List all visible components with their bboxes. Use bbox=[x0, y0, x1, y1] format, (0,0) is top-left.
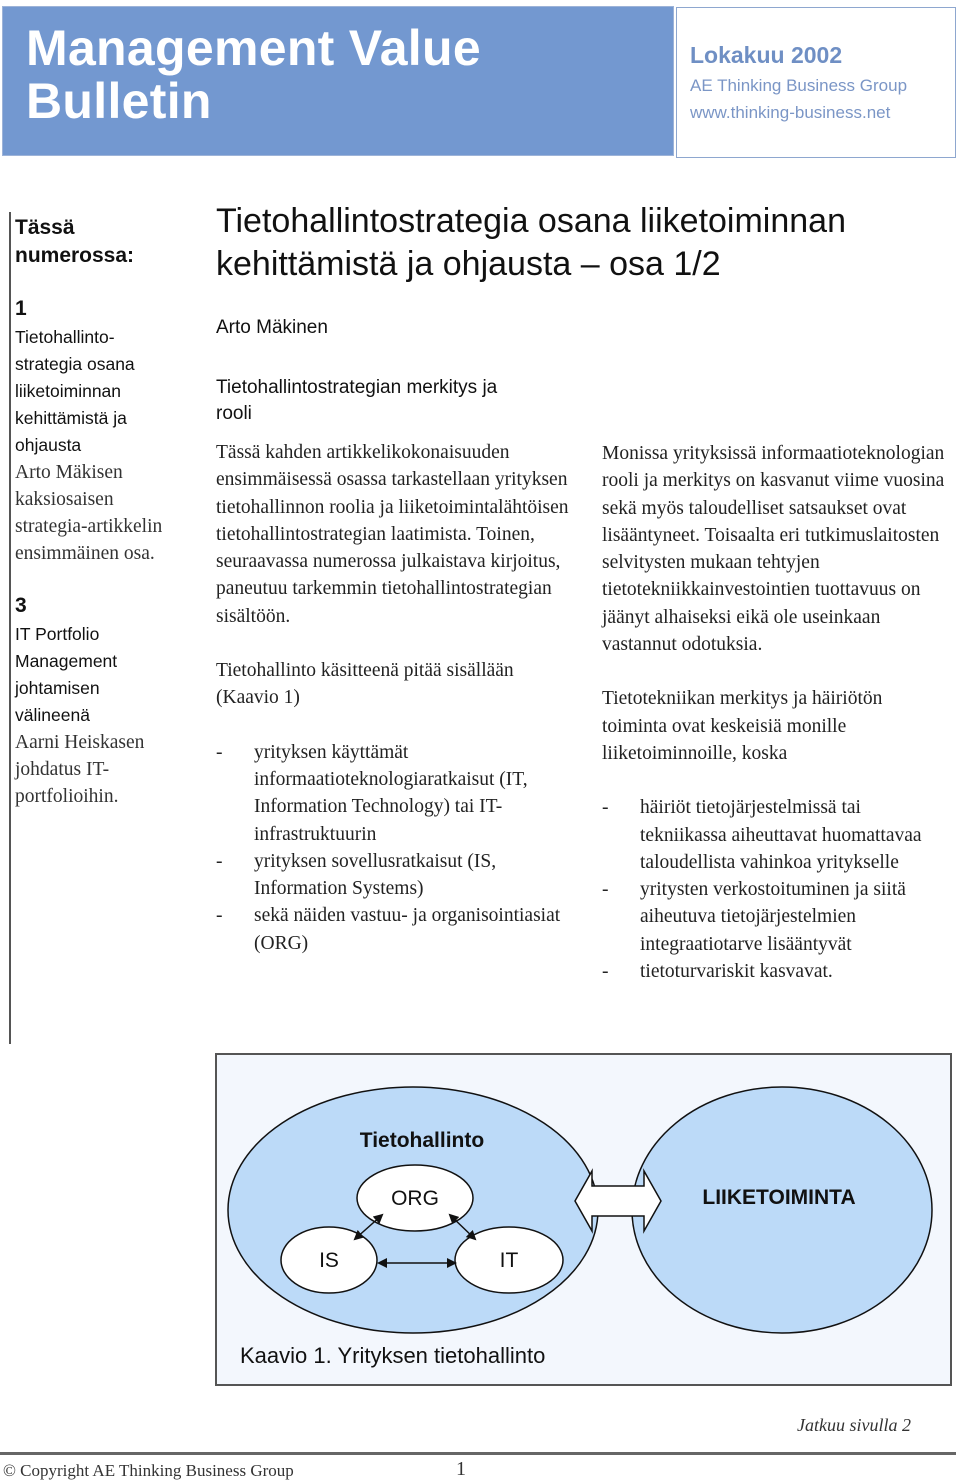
description-line: johdatus IT- bbox=[15, 759, 110, 780]
bullet-marker: - bbox=[216, 741, 223, 763]
sidebar-item-description: Aarni Heiskasen johdatus IT- portfolioih… bbox=[15, 729, 195, 810]
sidebar-item-title: IT Portfolio Management johtamisen välin… bbox=[15, 621, 195, 729]
paragraph-intro: Monissa yrityksissä informaatioteknologi… bbox=[602, 443, 945, 656]
paragraph-intro: Tässä kahden artikkelikokonaisuuden ensi… bbox=[216, 442, 569, 627]
title-line: IT Portfolio bbox=[15, 624, 100, 644]
sidebar-item-page: 1 bbox=[15, 297, 27, 320]
article-column-2: Monissa yrityksissä informaatioteknologi… bbox=[602, 440, 952, 985]
description-line: kaksiosaisen bbox=[15, 489, 114, 510]
paragraph-lead: Tietohallinto käsitteenä pitää sisällään… bbox=[216, 660, 514, 709]
list-item: - yrityksen sovellusratkaisut (IS, Inform… bbox=[216, 848, 576, 903]
article-author: Arto Mäkinen bbox=[216, 317, 328, 338]
issue-month: Lokakuu 2002 bbox=[690, 42, 843, 68]
liiketoiminta-label: LIIKETOIMINTA bbox=[702, 1186, 855, 1209]
sidebar-item[interactable]: 3 IT Portfolio Management johtamisen väl… bbox=[15, 593, 195, 810]
double-arrow-icon bbox=[574, 1168, 662, 1234]
list-item: - yritysten verkostoituminen ja siitä aih… bbox=[602, 876, 952, 958]
list-item-text: yrityksen käyttämät informaatioteknologi… bbox=[254, 741, 528, 845]
list-item: - häiriöt tietojärjestelmissä tai tekniik… bbox=[602, 794, 952, 876]
title-line: Tietohallinto- bbox=[15, 327, 115, 347]
in-this-issue-sidebar: Tässä numerossa: 1 Tietohallinto- strate… bbox=[15, 214, 195, 810]
article-title-line2: kehittämistä ja ohjausta – osa 1/2 bbox=[216, 245, 721, 283]
publication-title-line2: Bulletin bbox=[26, 73, 212, 129]
list-item: - yrityksen käyttämät informaatioteknolog… bbox=[216, 739, 576, 848]
article-title: Tietohallintostrategia osana liiketoimin… bbox=[216, 200, 956, 286]
list-item-text: yritysten verkostoituminen ja siitä aihe… bbox=[640, 879, 906, 955]
continued-on-page-link[interactable]: Jatkuu sivulla 2 bbox=[797, 1415, 911, 1436]
sidebar-heading: Tässä numerossa: bbox=[15, 214, 195, 270]
title-line: ohjausta bbox=[15, 435, 82, 455]
title-line: Management bbox=[15, 651, 118, 671]
list-item-text: häiriöt tietojärjestelmissä tai tekniika… bbox=[640, 797, 922, 873]
list-item-text: sekä näiden vastuu- ja organisointiasiat… bbox=[254, 905, 561, 954]
publication-title: Management Value Bulletin bbox=[26, 22, 481, 128]
sidebar-heading-line1: Tässä bbox=[15, 216, 75, 239]
list-item: - tietoturvariskit kasvavat. bbox=[602, 958, 952, 985]
list-item-text: yrityksen sovellusratkaisut (IS, Informa… bbox=[254, 850, 497, 900]
footer-divider bbox=[0, 1452, 956, 1455]
bullet-marker: - bbox=[602, 797, 609, 819]
page-number: 1 bbox=[456, 1458, 466, 1480]
title-line: strategia osana bbox=[15, 354, 135, 374]
paragraph-lead: Tietotekniikan merkitys ja häiriötön toi… bbox=[602, 688, 883, 764]
description-line: portfolioihin. bbox=[15, 786, 119, 807]
article-title-line1: Tietohallintostrategia osana liiketoimin… bbox=[216, 202, 846, 240]
figure-diagram: Tietohallinto LIIKETOIMINTA ORG IS IT bbox=[215, 1053, 952, 1386]
section-heading-line1: Tietohallintostrategian merkitys ja bbox=[216, 377, 498, 398]
description-line: ensimmäinen osa. bbox=[15, 543, 155, 564]
organization-name: AE Thinking Business Group bbox=[690, 76, 908, 95]
node-is-label: IS bbox=[319, 1249, 339, 1272]
node-it-label: IT bbox=[500, 1249, 519, 1272]
list-item-text: tietoturvariskit kasvavat. bbox=[640, 961, 833, 983]
title-line: johtamisen bbox=[15, 678, 100, 698]
description-line: Arto Mäkisen bbox=[15, 462, 123, 483]
article-column-1: Tässä kahden artikkelikokonaisuuden ensi… bbox=[216, 439, 576, 957]
section-heading-line2: rooli bbox=[216, 403, 252, 424]
bullet-marker: - bbox=[602, 961, 609, 983]
copyright-notice: © Copyright AE Thinking Business Group bbox=[3, 1461, 294, 1480]
list-item: - sekä näiden vastuu- ja organisointiasia… bbox=[216, 902, 576, 957]
title-line: kehittämistä ja bbox=[15, 408, 127, 428]
bullet-list: - yrityksen käyttämät informaatioteknolog… bbox=[216, 739, 576, 957]
title-line: välineenä bbox=[15, 705, 90, 725]
bullet-marker: - bbox=[216, 905, 223, 927]
sidebar-item-description: Arto Mäkisen kaksiosaisen strategia-arti… bbox=[15, 459, 195, 567]
bullet-marker: - bbox=[602, 879, 609, 901]
bullet-list: - häiriöt tietojärjestelmissä tai tekniik… bbox=[602, 794, 952, 985]
sidebar-item-title: Tietohallinto- strategia osana liiketoim… bbox=[15, 324, 195, 459]
title-line: liiketoiminnan bbox=[15, 381, 122, 401]
sidebar-heading-line2: numerossa: bbox=[15, 244, 135, 267]
website-link[interactable]: www.thinking-business.net bbox=[690, 103, 890, 123]
bullet-marker: - bbox=[216, 850, 223, 872]
liiketoiminta-ellipse bbox=[631, 1086, 933, 1334]
figure-caption: Kaavio 1. Yrityksen tietohallinto bbox=[240, 1343, 546, 1368]
description-line: strategia-artikkelin bbox=[15, 516, 163, 537]
sidebar-item-page: 3 bbox=[15, 594, 27, 617]
description-line: Aarni Heiskasen bbox=[15, 732, 145, 753]
section-heading: Tietohallintostrategian merkitys ja rool… bbox=[216, 375, 576, 427]
diagram-canvas: Tietohallinto LIIKETOIMINTA ORG IS IT bbox=[227, 1086, 933, 1334]
sidebar-item[interactable]: 1 Tietohallinto- strategia osana liiketo… bbox=[15, 296, 195, 567]
publication-title-line1: Management Value bbox=[26, 20, 481, 76]
node-org-label: ORG bbox=[391, 1187, 439, 1210]
tietohallinto-label: Tietohallinto bbox=[360, 1129, 484, 1152]
sidebar-divider bbox=[9, 212, 11, 1044]
